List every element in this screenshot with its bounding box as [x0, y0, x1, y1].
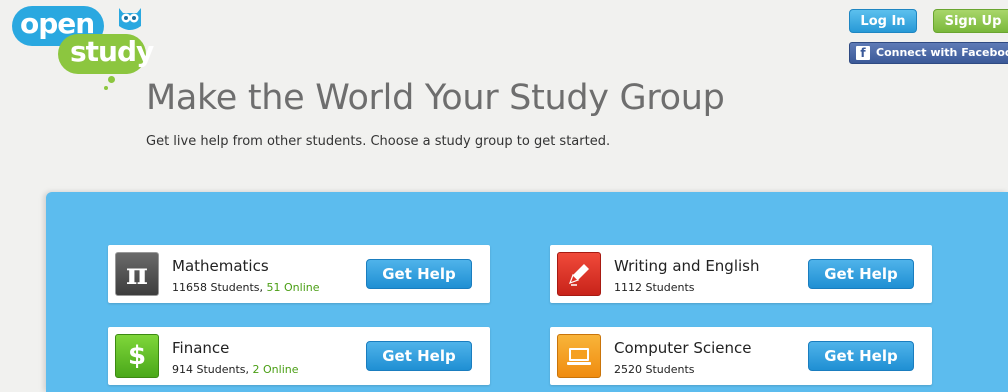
study-group-card-computer-science[interactable]: Computer Science 2520 Students Get Help [550, 327, 932, 385]
get-help-button[interactable]: Get Help [808, 341, 914, 371]
group-name[interactable]: Mathematics [172, 257, 269, 275]
student-count: 2520 Students [614, 363, 695, 376]
openstudy-logo[interactable]: open study [12, 4, 154, 90]
group-stats: 914 Students, 2 Online [172, 363, 299, 376]
online-count: 2 Online [252, 363, 299, 376]
facebook-icon: f [856, 46, 870, 60]
owl-icon [119, 8, 141, 30]
logo-dot [104, 86, 108, 90]
page-title: Make the World Your Study Group [146, 78, 725, 118]
dollar-icon: $ [115, 334, 159, 378]
study-groups-panel: π Mathematics 11658 Students, 51 Online … [46, 192, 1008, 392]
pi-icon: π [115, 252, 159, 296]
get-help-button[interactable]: Get Help [808, 259, 914, 289]
stats-separator: , [245, 363, 253, 376]
group-stats: 11658 Students, 51 Online [172, 281, 320, 294]
group-stats: 2520 Students [614, 363, 695, 376]
pen-icon-graphic [568, 264, 589, 286]
facebook-button-label: Connect with Facebook [876, 46, 1008, 59]
online-count: 51 Online [266, 281, 320, 294]
study-group-card-finance[interactable]: $ Finance 914 Students, 2 Online Get Hel… [108, 327, 490, 385]
group-stats: 1112 Students [614, 281, 695, 294]
logo-word-study: study [70, 35, 154, 68]
monitor-icon [557, 334, 601, 378]
login-button[interactable]: Log In [849, 9, 917, 33]
study-group-card-writing-english[interactable]: Writing and English 1112 Students Get He… [550, 245, 932, 303]
study-group-card-mathematics[interactable]: π Mathematics 11658 Students, 51 Online … [108, 245, 490, 303]
page-subtitle: Get live help from other students. Choos… [146, 134, 611, 149]
student-count: 11658 Students [172, 281, 260, 294]
connect-facebook-button[interactable]: f Connect with Facebook [849, 42, 1008, 64]
logo-dot [108, 76, 115, 83]
student-count: 914 Students [172, 363, 246, 376]
student-count: 1112 Students [614, 281, 695, 294]
group-name[interactable]: Finance [172, 339, 229, 357]
get-help-button[interactable]: Get Help [366, 259, 472, 289]
get-help-button[interactable]: Get Help [366, 341, 472, 371]
monitor-icon-graphic [567, 348, 591, 365]
group-name[interactable]: Writing and English [614, 257, 760, 275]
pen-icon [557, 252, 601, 296]
stats-separator: , [259, 281, 267, 294]
group-name[interactable]: Computer Science [614, 339, 751, 357]
signup-button[interactable]: Sign Up [933, 9, 1008, 33]
